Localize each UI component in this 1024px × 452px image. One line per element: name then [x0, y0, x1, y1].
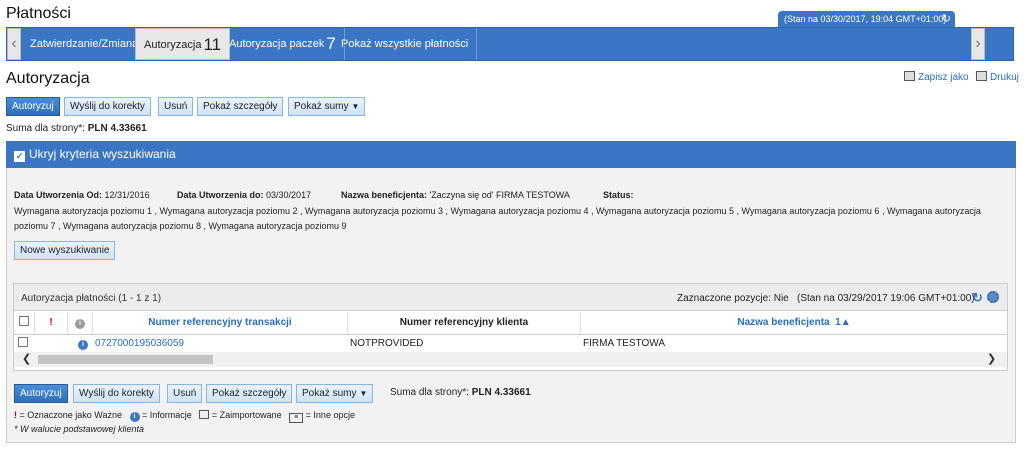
printer-icon	[976, 71, 987, 81]
send-back-button-bottom[interactable]: Wyślij do korekty	[73, 384, 160, 403]
selected-items: Zaznaczone pozycje: Nie	[677, 293, 789, 304]
criteria-date-from: Data Utworzenia Od: 12/31/2016	[14, 190, 150, 200]
print-link[interactable]: Drukuj	[976, 71, 1019, 83]
criteria-value: 12/31/2016	[104, 190, 150, 200]
criteria-status: Status:	[603, 190, 634, 200]
tab-all-payments[interactable]: Pokaż wszystkie płatności	[333, 28, 478, 60]
tab-label: Autoryzacja paczek	[229, 38, 325, 50]
scroll-left-icon[interactable]: ❮	[22, 352, 31, 365]
authorize-button[interactable]: Autoryzuj	[6, 97, 60, 116]
tab-batch-authorization[interactable]: Autoryzacja paczek 7	[221, 28, 345, 60]
select-all-cell	[14, 312, 35, 334]
criteria-toggle[interactable]: ✓ Ukryj kryteria wyszukiwania	[6, 141, 1016, 168]
send-back-button[interactable]: Wyślij do korekty	[64, 97, 151, 116]
grid-title: Autoryzacja płatności (1 - 1 z 1)	[21, 293, 162, 304]
tabs-prev-button[interactable]: ‹	[7, 28, 21, 60]
legend-important: = Oznaczone jako Ważne	[19, 410, 122, 420]
chevron-right-icon: ›	[975, 35, 981, 52]
show-sums-label: Pokaż sumy	[294, 101, 349, 112]
criteria-label: Status:	[603, 190, 634, 200]
header-divider	[14, 334, 1007, 335]
tab-approve-change[interactable]: Zatwierdzanie/Zmiana	[22, 28, 148, 60]
new-search-button[interactable]: Nowe wyszukiwanie	[14, 241, 116, 260]
row-checkbox[interactable]	[18, 337, 28, 347]
criteria-status-line1: Wymagana autoryzacja poziomu 1 , Wymagan…	[14, 206, 981, 216]
legend: ! = Oznaczone jako Ważne i = Informacje …	[14, 410, 355, 423]
save-as-label: Zapisz jako	[918, 72, 969, 83]
page-sum-value: PLN 4.33661	[87, 123, 147, 134]
imported-icon	[199, 410, 210, 419]
col-beneficiary-label: Nazwa beneficjenta	[737, 317, 830, 328]
legend-other: = Inne opcje	[305, 410, 355, 420]
transaction-ref-link[interactable]: 0727000195036059	[95, 336, 184, 352]
criteria-beneficiary: Nazwa beneficjenta: 'Zaczyna się od' FIR…	[341, 190, 570, 200]
status-timestamp: (Stan na 03/30/2017, 19:04 GMT+01:00) ↻	[778, 11, 955, 28]
print-label: Drukuj	[990, 72, 1019, 83]
show-details-button[interactable]: Pokaż szczegóły	[197, 97, 284, 116]
beneficiary-cell: FIRMA TESTOWA	[583, 338, 666, 349]
caret-down-icon: ▼	[359, 389, 368, 398]
legend-imported: = Zaimportowane	[211, 410, 282, 420]
show-details-button-bottom[interactable]: Pokaż szczegóły	[206, 384, 293, 403]
chevron-left-icon: ‹	[11, 35, 17, 52]
save-as-link[interactable]: Zapisz jako	[904, 71, 969, 83]
info-icon[interactable]: i	[78, 340, 88, 350]
table-row[interactable]	[18, 336, 28, 352]
page-sum-label: Suma dla strony*:	[390, 387, 469, 398]
info-icon: i	[75, 319, 85, 329]
footnote: * W walucie podstawowej klienta	[14, 424, 145, 434]
caret-down-icon: ▼	[351, 102, 360, 111]
col-beneficiary[interactable]: Nazwa beneficjenta 1▲	[581, 312, 1007, 334]
tab-label: Autoryzacja	[144, 39, 202, 51]
criteria-value: 03/30/2017	[266, 190, 312, 200]
criteria-label: Nazwa beneficjenta:	[341, 190, 428, 200]
show-sums-button[interactable]: Pokaż sumy ▼	[288, 97, 366, 116]
page-sum-value: PLN 4.33661	[471, 387, 531, 398]
refresh-icon[interactable]: ↻	[942, 11, 951, 28]
info-icon: i	[129, 412, 140, 422]
select-all-checkbox[interactable]	[19, 316, 29, 326]
more-options-icon: ≡	[289, 413, 304, 423]
save-icon	[904, 71, 915, 81]
refresh-icon[interactable]: ↻	[972, 290, 983, 306]
criteria-label: Data Utworzenia Od:	[14, 190, 103, 200]
tab-label: Zatwierdzanie/Zmiana	[30, 38, 139, 50]
tab-count: 11	[203, 35, 222, 54]
grid-timestamp: (Stan na 03/29/2017 19:06 GMT+01:00)	[797, 293, 975, 304]
criteria-date-to: Data Utworzenia do: 03/30/2017	[177, 190, 311, 200]
client-ref-cell: NOTPROVIDED	[350, 338, 424, 349]
scroll-right-icon[interactable]: ❯	[987, 352, 996, 365]
row-info[interactable]: i	[78, 336, 88, 352]
authorize-button-bottom[interactable]: Autoryzuj	[14, 384, 68, 403]
important-icon: !	[14, 410, 17, 420]
criteria-value: 'Zaczyna się od' FIRMA TESTOWA	[429, 190, 570, 200]
page-title: Płatności	[6, 5, 71, 22]
legend-info: = Informacje	[142, 410, 192, 420]
tabs-next-button[interactable]: ›	[971, 28, 985, 60]
page-sum-label: Suma dla strony*:	[6, 123, 85, 134]
criteria-label: Data Utworzenia do:	[177, 190, 264, 200]
status-timestamp-text: (Stan na 03/30/2017, 19:04 GMT+01:00)	[784, 14, 947, 24]
tab-label: Pokaż wszystkie płatności	[341, 38, 469, 50]
delete-button-bottom[interactable]: Usuń	[167, 384, 203, 403]
col-transaction-ref[interactable]: Numer referencyjny transakcji	[93, 312, 348, 334]
page-sum-bottom: Suma dla strony*: PLN 4.33661	[390, 387, 531, 398]
important-icon: !	[35, 312, 68, 334]
sort-indicator: 1▲	[835, 317, 851, 328]
criteria-header-label: Ukryj kryteria wyszukiwania	[29, 147, 176, 161]
delete-button[interactable]: Usuń	[158, 97, 194, 116]
tab-authorization[interactable]: Autoryzacja 11	[135, 28, 231, 60]
show-sums-button-bottom[interactable]: Pokaż sumy ▼	[296, 384, 374, 403]
gear-icon[interactable]	[987, 291, 999, 306]
section-title: Autoryzacja	[6, 70, 90, 87]
checkmark-icon: ✓	[14, 151, 25, 162]
info-column: i	[68, 312, 93, 334]
show-sums-label: Pokaż sumy	[302, 388, 357, 399]
col-client-ref[interactable]: Numer referencyjny klienta	[348, 312, 581, 334]
page-sum: Suma dla strony*: PLN 4.33661	[6, 123, 147, 134]
scrollbar-thumb[interactable]	[38, 355, 213, 364]
criteria-status-line2: poziomu 7 , Wymagana autoryzacja poziomu…	[14, 221, 347, 231]
